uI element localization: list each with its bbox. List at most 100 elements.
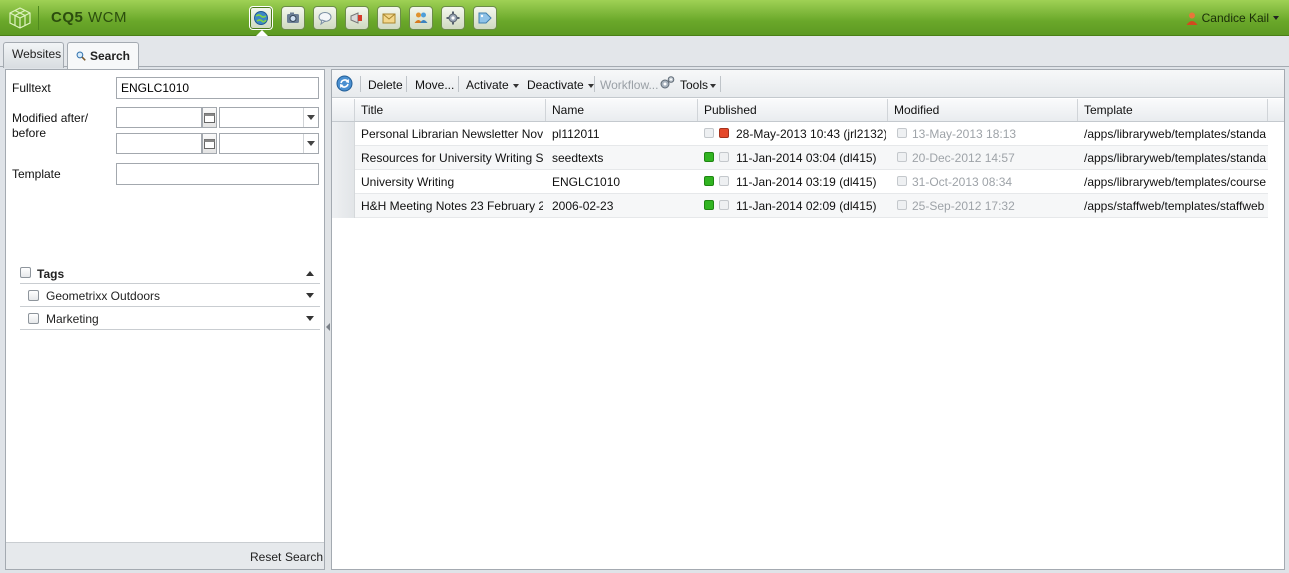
- modified-before-date-input[interactable]: [116, 133, 202, 154]
- deactivate-label: Deactivate: [527, 78, 584, 92]
- fulltext-input[interactable]: [116, 77, 319, 99]
- tab-websites-label: Websites: [12, 47, 62, 61]
- tab-websites[interactable]: Websites: [3, 42, 64, 68]
- expand-icon[interactable]: [306, 293, 314, 298]
- expand-icon[interactable]: [306, 316, 314, 321]
- lock-status-icon: [897, 128, 907, 138]
- communities-icon[interactable]: [313, 6, 337, 30]
- modified-after-time-trigger[interactable]: [303, 108, 318, 127]
- collapse-left-icon[interactable]: [326, 323, 330, 331]
- inbox-icon[interactable]: [377, 6, 401, 30]
- cq5-logo-icon[interactable]: [8, 7, 32, 29]
- column-header-modified[interactable]: Modified: [888, 99, 1078, 121]
- chevron-down-icon: [512, 83, 519, 88]
- modified-after-label: Modified after/: [12, 111, 89, 125]
- tools-icon[interactable]: [441, 6, 465, 30]
- table-row[interactable]: Personal Librarian Newsletter Nove... pl…: [332, 122, 1268, 146]
- tag-label: Geometrixx Outdoors: [46, 289, 161, 303]
- modified-before-calendar-button[interactable]: [202, 133, 217, 154]
- modified-after-date-input[interactable]: [116, 107, 202, 128]
- published-cell: 11-Jan-2014 02:09 (dl415): [736, 199, 877, 213]
- search-panel-footer: Reset Search: [6, 542, 324, 569]
- app-switcher: [249, 6, 497, 30]
- name-cell: seedtexts: [552, 151, 604, 165]
- fulltext-label: Fulltext: [12, 81, 51, 95]
- toolbar-separator: [406, 76, 407, 92]
- chevron-down-icon: [710, 83, 717, 88]
- row-handle[interactable]: [332, 146, 355, 170]
- users-icon[interactable]: [409, 6, 433, 30]
- results-grid-header: Title Name Published Modified Template: [332, 99, 1284, 122]
- results-panel: Delete Move... Activate Deactivate Workf…: [331, 69, 1285, 570]
- calendar-icon: [204, 139, 215, 149]
- delete-button[interactable]: Delete: [368, 78, 403, 92]
- template-label: Template: [12, 167, 61, 181]
- modified-cell: 20-Dec-2012 14:57: [912, 151, 1015, 165]
- column-header-title[interactable]: Title: [355, 99, 546, 121]
- digital-assets-icon[interactable]: [281, 6, 305, 30]
- user-menu[interactable]: Candice Kail: [1186, 11, 1279, 25]
- modified-after-time-combo[interactable]: [219, 107, 319, 128]
- chevron-down-icon: [307, 115, 315, 120]
- workflow-button[interactable]: Workflow...: [600, 78, 658, 92]
- tools-label: Tools: [680, 78, 709, 92]
- column-header-name[interactable]: Name: [546, 99, 698, 121]
- replication-queue-icon: [719, 200, 729, 210]
- top-bar: CQ5 WCM Candice Kail: [0, 0, 1289, 36]
- table-row[interactable]: Resources for University Writing St... s…: [332, 146, 1268, 170]
- name-cell: pl112011: [552, 127, 600, 141]
- search-panel: Fulltext Modified after/ before Template…: [5, 69, 325, 570]
- chevron-down-icon: [587, 83, 594, 88]
- toolbar-separator: [720, 76, 721, 92]
- tagging-icon[interactable]: [473, 6, 497, 30]
- row-handle[interactable]: [332, 170, 355, 194]
- column-header-template[interactable]: Template: [1078, 99, 1268, 121]
- logo-separator: [38, 6, 39, 30]
- template-cell: /apps/libraryweb/templates/course...: [1084, 175, 1266, 189]
- table-row[interactable]: University Writing ENGLC1010 11-Jan-2014…: [332, 170, 1268, 194]
- toolbar-separator: [594, 76, 595, 92]
- reset-button[interactable]: Reset: [250, 550, 281, 564]
- replication-queue-icon: [704, 128, 714, 138]
- modified-after-calendar-button[interactable]: [202, 107, 217, 128]
- tab-search[interactable]: Search: [67, 42, 139, 69]
- tag-checkbox[interactable]: [28, 313, 39, 324]
- campaigns-icon[interactable]: [345, 6, 369, 30]
- modified-cell: 31-Oct-2013 08:34: [912, 175, 1013, 189]
- published-cell: 11-Jan-2014 03:19 (dl415): [736, 175, 877, 189]
- deactivate-button[interactable]: Deactivate: [527, 78, 594, 92]
- status-green-icon: [704, 176, 714, 186]
- column-header-published[interactable]: Published: [698, 99, 888, 121]
- modified-before-time-combo[interactable]: [219, 133, 319, 154]
- row-handle[interactable]: [332, 122, 355, 146]
- tags-checkbox[interactable]: [20, 267, 31, 278]
- row-handle[interactable]: [332, 194, 355, 218]
- search-icon: [76, 51, 86, 61]
- refresh-icon[interactable]: [336, 75, 353, 92]
- tag-item[interactable]: Geometrixx Outdoors: [20, 284, 320, 307]
- tags-header[interactable]: Tags: [20, 264, 320, 284]
- chevron-down-icon: [307, 141, 315, 146]
- move-button[interactable]: Move...: [415, 78, 454, 92]
- status-red-icon: [719, 128, 729, 138]
- lock-status-icon: [897, 176, 907, 186]
- gear-icon: [660, 76, 675, 89]
- brand-bold: CQ5: [51, 9, 84, 26]
- activate-button[interactable]: Activate: [466, 78, 519, 92]
- row-number-header: [332, 99, 355, 121]
- modified-before-time-trigger[interactable]: [303, 134, 318, 153]
- search-button[interactable]: Search: [285, 550, 323, 564]
- tag-checkbox[interactable]: [28, 290, 39, 301]
- table-row[interactable]: H&H Meeting Notes 23 February 2... 2006-…: [332, 194, 1268, 218]
- tag-item[interactable]: Marketing: [20, 307, 320, 330]
- websites-globe-icon[interactable]: [249, 6, 273, 30]
- name-cell: 2006-02-23: [552, 199, 614, 213]
- collapse-icon[interactable]: [306, 271, 314, 276]
- name-cell: ENGLC1010: [552, 175, 621, 189]
- tags-label: Tags: [37, 267, 65, 281]
- title-cell: University Writing: [361, 175, 455, 189]
- replication-queue-icon: [719, 176, 729, 186]
- template-cell: /apps/libraryweb/templates/standa...: [1084, 151, 1266, 165]
- tools-button[interactable]: Tools: [680, 78, 717, 92]
- template-input[interactable]: [116, 163, 319, 185]
